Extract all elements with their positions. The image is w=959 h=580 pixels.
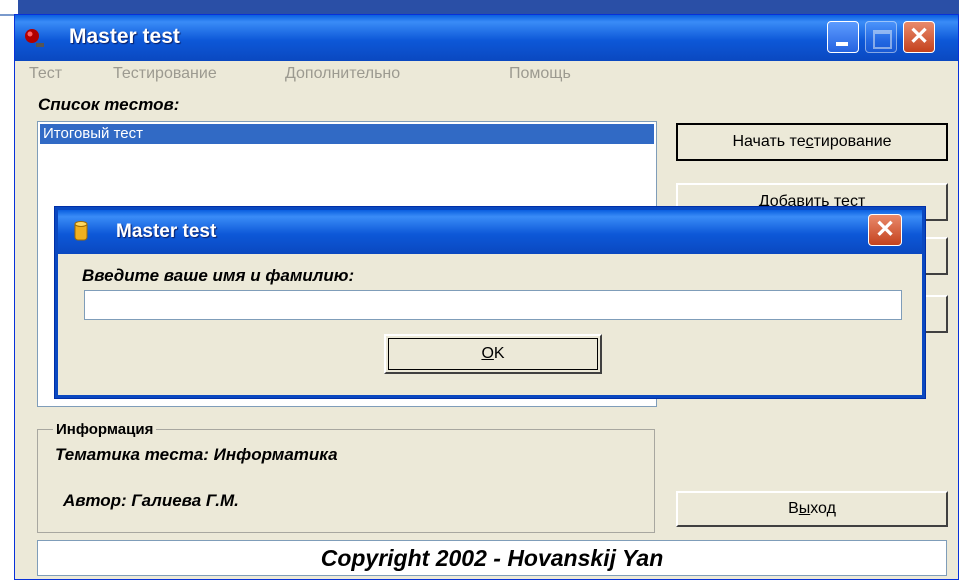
menu-bar: Тест Тестирование Дополнительно Помощь bbox=[15, 61, 958, 87]
dialog-title-bar[interactable]: Master test ✕ bbox=[58, 210, 922, 254]
ok-label-rest: K bbox=[493, 345, 505, 362]
menu-testing[interactable]: Тестирование bbox=[113, 65, 217, 83]
info-author: Автор: Галиева Г.М. bbox=[63, 491, 239, 510]
maximize-button[interactable] bbox=[865, 21, 897, 53]
info-topic: Тематика теста: Информатика bbox=[55, 445, 338, 464]
exit-label-part1: В bbox=[788, 500, 799, 517]
window-title: Master test bbox=[69, 25, 180, 48]
dialog-title: Master test bbox=[116, 221, 217, 242]
maximize-icon bbox=[873, 30, 892, 49]
info-legend: Информация bbox=[53, 421, 157, 438]
list-item[interactable]: Итоговый тест bbox=[40, 124, 654, 144]
menu-test[interactable]: Тест bbox=[29, 65, 62, 83]
minimize-icon bbox=[836, 42, 848, 46]
app-icon bbox=[25, 29, 44, 47]
close-icon: ✕ bbox=[874, 216, 896, 243]
background-light-corner bbox=[0, 0, 18, 14]
exit-label-part2: ход bbox=[810, 500, 836, 517]
close-icon: ✕ bbox=[908, 23, 930, 50]
tests-list-label: Список тестов: bbox=[38, 95, 180, 114]
title-bar[interactable]: Master test ✕ bbox=[15, 15, 958, 61]
start-testing-accelerator: с bbox=[805, 133, 814, 150]
background-top-strip bbox=[0, 0, 959, 14]
close-button[interactable]: ✕ bbox=[903, 21, 935, 53]
minimize-button[interactable] bbox=[827, 21, 859, 53]
menu-additional[interactable]: Дополнительно bbox=[285, 65, 400, 83]
ok-button[interactable]: OK bbox=[384, 334, 602, 374]
name-input[interactable] bbox=[84, 290, 902, 320]
dialog-prompt: Введите ваше имя и фамилию: bbox=[82, 266, 355, 285]
menu-help[interactable]: Помощь bbox=[509, 65, 571, 83]
name-dialog: Master test ✕ Введите ваше имя и фамилию… bbox=[55, 207, 925, 398]
exit-accelerator: ы bbox=[798, 500, 811, 517]
ok-accelerator: O bbox=[481, 345, 494, 362]
background-tick bbox=[0, 14, 14, 16]
exit-button[interactable]: Выход bbox=[676, 491, 948, 527]
start-testing-label-part2: тирование bbox=[813, 133, 892, 150]
dialog-close-button[interactable]: ✕ bbox=[868, 214, 902, 246]
database-icon bbox=[74, 221, 88, 241]
background-left-strip bbox=[0, 14, 14, 580]
start-testing-button[interactable]: Начать тестирование bbox=[676, 123, 948, 161]
copyright-banner: Copyright 2002 - Hovanskij Yan bbox=[37, 540, 947, 576]
start-testing-label-part1: Начать те bbox=[732, 133, 806, 150]
